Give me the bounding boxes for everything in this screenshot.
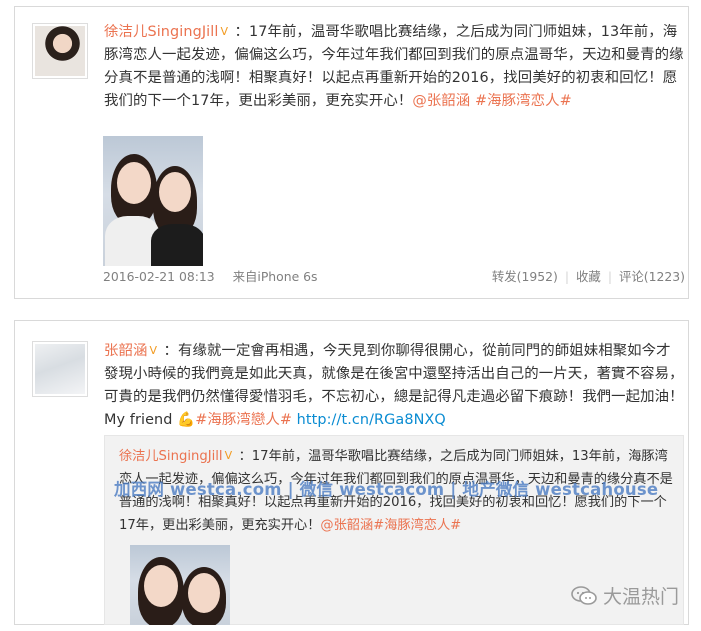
brand-name: 大温热门 (602, 586, 679, 608)
verified-badge-icon: V (224, 449, 233, 462)
quoted-photo[interactable] (130, 545, 230, 625)
timestamp-link[interactable]: 2016-02-21 08:13 (103, 269, 215, 284)
author-name-link[interactable]: 徐洁儿SingingJill (104, 24, 218, 40)
wechat-brand: 大温热门 (571, 582, 679, 609)
mention-link[interactable]: @张韶涵 (412, 93, 470, 109)
site-watermark: 加西网 westca.com | 微信 westcacom | 地产微信 wes… (114, 480, 659, 499)
hashtag-link[interactable]: #海豚湾戀人# (195, 412, 292, 428)
weibo-post-2: 张韶涵 V ：有缘就一定會再相遇，今天見到你聊得很開心，從前同門的師姐妹相聚如今才發… (14, 320, 689, 625)
post-photo[interactable] (103, 136, 203, 266)
comment-button[interactable]: 评论(1223) (619, 269, 685, 284)
author-name-link[interactable]: 张韶涵 (104, 343, 147, 359)
post-text: 徐洁儿SingingJill V ：17年前，温哥华歌唱比赛结缘，之后成为同门师姐妹… (104, 21, 684, 113)
author-avatar[interactable] (32, 341, 88, 397)
mention-link[interactable]: @张韶涵 (320, 518, 373, 533)
flexed-arm-emoji-icon: 💪 (177, 412, 196, 428)
author-avatar[interactable] (32, 23, 88, 79)
repost-button[interactable]: 转发(1952) (492, 269, 558, 284)
favorite-button[interactable]: 收藏 (576, 269, 601, 284)
post-text: 张韶涵 V ：有缘就一定會再相遇，今天見到你聊得很開心，從前同門的師姐妹相聚如今才發… (104, 340, 684, 432)
verified-badge-icon: V (149, 344, 158, 357)
hashtag-link[interactable]: #海豚湾恋人# (373, 518, 461, 533)
short-url-link[interactable]: http://t.cn/RGa8NXQ (297, 412, 446, 428)
weibo-post-1: 徐洁儿SingingJill V ：17年前，温哥华歌唱比赛结缘，之后成为同门师姐妹… (14, 6, 689, 299)
wechat-logo-icon (571, 586, 597, 605)
verified-badge-icon: V (220, 25, 229, 38)
source-link[interactable]: 来自iPhone 6s (233, 269, 318, 284)
hashtag-link[interactable]: #海豚湾恋人# (475, 93, 572, 109)
quoted-author-link[interactable]: 徐洁儿SingingJill (119, 449, 223, 464)
